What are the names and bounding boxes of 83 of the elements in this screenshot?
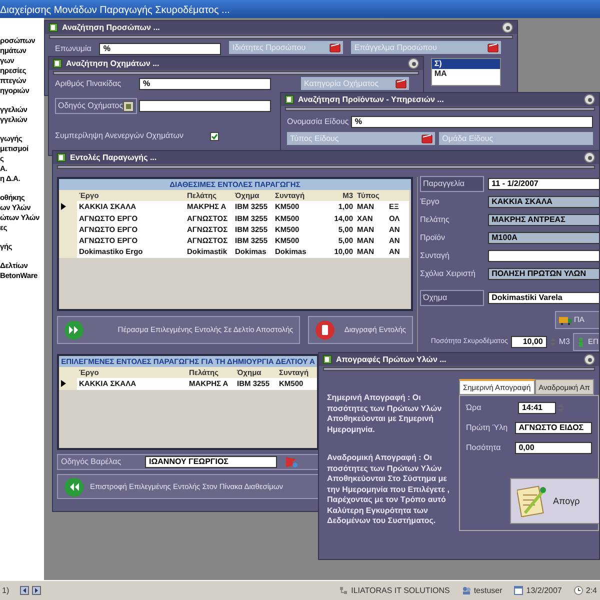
- window-icon: [57, 153, 66, 162]
- record-counter: 1): [2, 584, 10, 596]
- inventory-button[interactable]: Απογρ: [510, 478, 599, 524]
- header-label: Ομάδα Είδους: [442, 132, 494, 144]
- field-label: Ονομασία Είδους: [287, 116, 350, 128]
- order-field[interactable]: ΚΑΚΚΙΑ ΣΚΑΛΑ: [488, 196, 599, 208]
- field-label: Οδηγός Οχήματος: [58, 100, 124, 112]
- checkbox-label: Συμπερίληψη Ανενεργών Οχημάτων: [55, 130, 184, 142]
- header-label: Τύπος Είδους: [290, 132, 339, 144]
- field-label: Συνταγή: [420, 250, 450, 262]
- time-field[interactable]: 14:41: [518, 402, 556, 414]
- window-title: Εντολές Παραγωγής ...: [70, 152, 157, 164]
- profession-list[interactable]: Σ) ΜΑ: [431, 58, 502, 86]
- item-name-field[interactable]: %: [350, 116, 593, 128]
- next-icon[interactable]: [32, 586, 42, 595]
- close-button[interactable]: [502, 22, 513, 33]
- name-field[interactable]: %: [99, 43, 222, 55]
- driver-field[interactable]: [139, 100, 271, 112]
- calendar-icon: [514, 586, 524, 595]
- header-label: Επάγγελμα Προσώπου: [354, 42, 437, 54]
- order-field[interactable]: Dokimastiki Varela: [488, 292, 599, 304]
- window-title: Αναζήτηση Οχημάτων ...: [66, 58, 160, 70]
- field-label: Αριθμός Πινακίδας: [55, 78, 122, 90]
- status-time: 2:4: [586, 584, 597, 596]
- list-item[interactable]: Σ): [432, 59, 500, 69]
- app-title: Διαχείρισης Μονάδων Παραγωγής Σκυροδέματος ...: [0, 0, 600, 18]
- window-title: Απογραφές Πρώτων Υλών ...: [336, 354, 446, 366]
- figure-icon: [576, 337, 586, 347]
- field-label: Όχημα: [420, 290, 484, 306]
- header-label: Κατηγορία Οχήματος: [304, 78, 379, 90]
- window-title: Αναζήτηση Προϊόντων - Υπηρεσιών ...: [298, 94, 444, 106]
- unit-label: M3: [558, 336, 570, 348]
- clock-icon: [574, 586, 583, 595]
- window-icon: [285, 95, 294, 104]
- previous-icon[interactable]: [20, 586, 30, 595]
- quantity-field[interactable]: 10,00: [510, 336, 547, 348]
- field-label: Έργο: [420, 196, 440, 208]
- order-field[interactable]: 11 - 1/2/2007: [488, 178, 599, 190]
- truck-icon: [559, 315, 572, 325]
- folder-icon[interactable]: [329, 42, 342, 53]
- window-title: Αναζήτηση Προσώπων ...: [62, 22, 160, 34]
- input-field[interactable]: ΑΓΝΩΣΤΟ ΕΙΔΟΣ: [514, 422, 592, 434]
- close-button[interactable]: [408, 58, 419, 69]
- notepad-icon: [517, 485, 547, 518]
- field-label: Ποσότητα: [466, 442, 502, 454]
- plate-field[interactable]: %: [139, 78, 271, 90]
- field-label: Πρώτη Ύλη: [466, 422, 509, 434]
- input-field[interactable]: 0,00: [514, 442, 592, 454]
- list-item[interactable]: ΜΑ: [432, 69, 500, 79]
- folder-icon[interactable]: [487, 42, 500, 53]
- order-field[interactable]: ΜΑΚΡΗΣ ΑΝΤΡΕΑΣ: [488, 214, 599, 226]
- field-label: Σχόλια Χειριστή: [420, 268, 476, 280]
- company-name: ILIATORAS IT SOLUTIONS: [351, 584, 450, 596]
- order-field[interactable]: ΠΟΛΗΣΗ ΠΡΩΤΩΝ ΥΛΩΝ: [488, 268, 599, 280]
- truck-driver-field[interactable]: ΙΩΑΝΝΟΥ ΓΕΩΡΓΙΟΣ: [145, 456, 277, 468]
- trash-icon: [315, 320, 336, 340]
- row-pointer-icon: [61, 380, 66, 388]
- window-icon: [323, 355, 332, 364]
- help-text: Αναδρομική Απογραφή : Οι ποσότητες των Πρώτων Υλών Αποθηκεύονται Στο Σύστημα με την Ημερομηνία που Επιλέγετε , Παρέχοντας με τον Τρόπο αυτό Καλύτερη Εγκυρότητα των Δεδομένων του Συστήματος.: [327, 453, 450, 526]
- close-button[interactable]: [584, 152, 595, 163]
- field-label: Ώρα: [466, 402, 482, 414]
- window-icon: [49, 23, 58, 32]
- window-icon: [53, 59, 62, 68]
- field-label: Παραγγελία: [420, 176, 484, 192]
- close-button[interactable]: [584, 94, 595, 105]
- order-field[interactable]: M100A: [488, 232, 599, 244]
- help-text: Σημερινή Απογραφή : Οι ποσότητες των Πρώτων Υλών Αποθηκεύονται με Σημερινή Ημερομηνία.: [327, 393, 443, 435]
- network-icon: [339, 586, 348, 595]
- field-label: Οδηγός Βαρέλας: [61, 456, 122, 468]
- field-label: Προϊόν: [420, 232, 446, 244]
- user-name: testuser: [474, 584, 502, 596]
- folder-icon[interactable]: [421, 133, 434, 144]
- row-selector[interactable]: [59, 378, 77, 390]
- header-label: Ιδιότητες Προσώπου: [232, 42, 306, 54]
- checkbox[interactable]: [210, 132, 219, 140]
- row-pointer-icon: [61, 203, 66, 210]
- users-icon: [462, 586, 471, 595]
- close-button[interactable]: [584, 354, 595, 365]
- field-label: Επωνυμία: [55, 43, 92, 55]
- field-label: Πελάτης: [420, 214, 450, 226]
- status-date: 13/2/2007: [526, 584, 562, 596]
- folder-icon[interactable]: [395, 78, 407, 89]
- order-field[interactable]: [488, 250, 599, 262]
